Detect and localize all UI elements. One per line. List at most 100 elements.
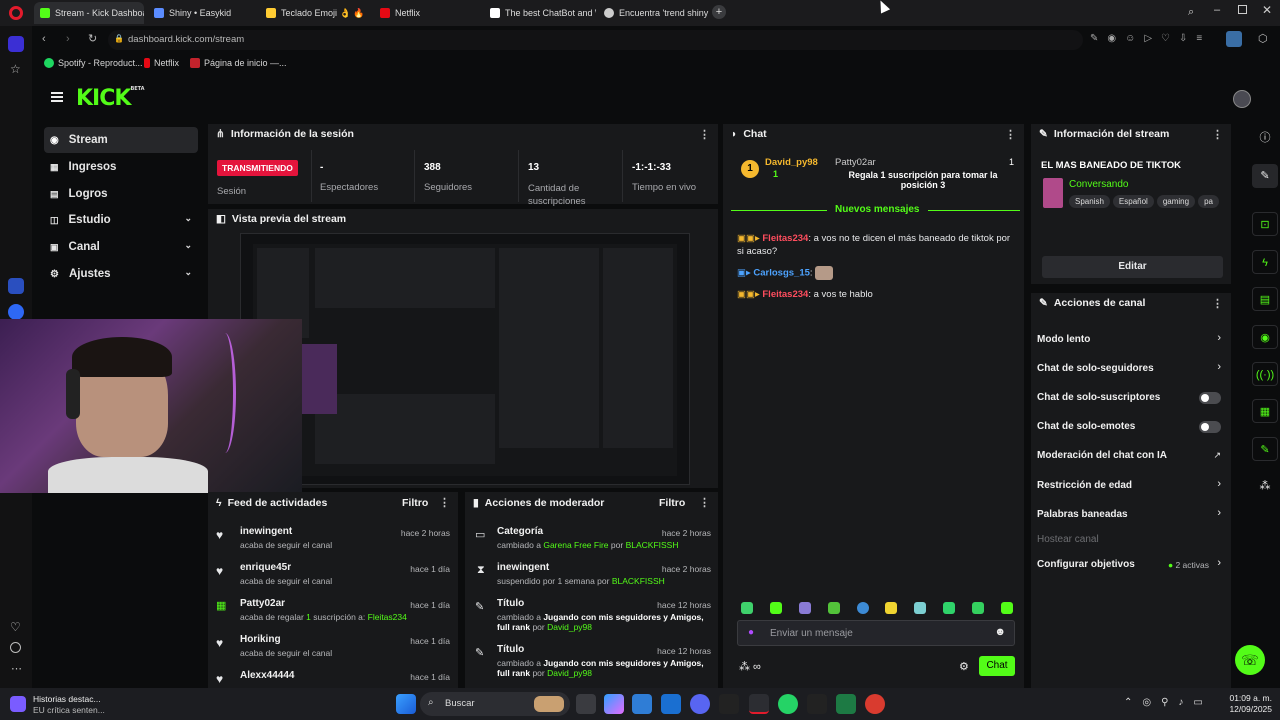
user-avatar[interactable] <box>1233 90 1251 108</box>
tag[interactable]: Español <box>1112 195 1154 208</box>
emote-icon[interactable] <box>914 602 927 614</box>
nav-logros[interactable]: ▤ Logros <box>44 181 198 207</box>
chat-input[interactable]: ● Enviar un mensaje ☻ <box>737 620 1015 646</box>
subs-only-toggle[interactable] <box>1199 392 1221 404</box>
new-tab-button[interactable]: + <box>712 5 726 19</box>
home-icon[interactable] <box>8 36 24 52</box>
more-options-icon[interactable]: ⋮ <box>1212 297 1223 310</box>
store-icon[interactable] <box>632 694 652 714</box>
nav-ingresos[interactable]: ▦ Ingresos <box>44 154 198 180</box>
category-thumbnail[interactable] <box>1043 178 1063 208</box>
maximize-button[interactable] <box>1238 5 1247 14</box>
more-options-icon[interactable]: ⋮ <box>699 128 710 141</box>
profile-avatar[interactable] <box>1226 31 1242 47</box>
emote-icon[interactable] <box>943 602 956 614</box>
nav-canal[interactable]: ▣ Canal ⌄ <box>44 234 198 260</box>
start-button[interactable] <box>396 694 416 714</box>
news-widget[interactable]: Historias destac... EU crítica senten... <box>10 692 130 716</box>
extensions-icons[interactable]: ✎◉☺▷♡⇩≡ <box>1090 33 1211 44</box>
url-field[interactable]: 🔒 dashboard.kick.com/stream <box>108 30 1083 50</box>
action-restriccion-edad[interactable]: Restricción de edad › <box>1031 477 1231 497</box>
tag[interactable]: pa <box>1198 195 1219 208</box>
app-icon[interactable] <box>8 278 24 294</box>
chrome-icon[interactable] <box>865 694 885 714</box>
pinned-user[interactable]: David_py98 <box>765 157 818 168</box>
outlook-icon[interactable] <box>661 694 681 714</box>
settings-icon[interactable]: ⬡ <box>1258 32 1268 45</box>
action-configurar-objetivos[interactable]: Configurar objetivos ● 2 activas › <box>1031 556 1231 576</box>
help-chat-button[interactable]: ☏ <box>1235 645 1265 675</box>
tray-icons[interactable]: ⌃◎⚲♪▭ <box>1124 697 1213 708</box>
tab-encuentra[interactable]: Encuentra 'trend shiny co <box>598 2 710 24</box>
broadcast-icon[interactable]: ((·)) <box>1252 362 1278 386</box>
more-options-icon[interactable]: ⋮ <box>439 496 450 509</box>
more-options-icon[interactable]: ⋮ <box>699 496 710 509</box>
history-icon[interactable] <box>10 642 21 653</box>
action-solo-suscriptores[interactable]: Chat de solo-suscriptores <box>1031 389 1231 409</box>
bookmark-home[interactable]: Página de inicio —... <box>190 58 287 68</box>
emotes-only-toggle[interactable] <box>1199 421 1221 433</box>
tab-kick-dashboard[interactable]: Stream - Kick Dashboard <box>34 2 144 24</box>
opera-logo-icon[interactable] <box>9 6 23 20</box>
action-palabras-baneadas[interactable]: Palabras baneadas › <box>1031 506 1231 526</box>
emote-icon[interactable] <box>1000 602 1013 614</box>
send-chat-button[interactable]: Chat <box>979 656 1015 676</box>
chat-icon[interactable]: ◉ <box>1252 325 1278 349</box>
search-tabs-icon[interactable]: ⌕ <box>1188 6 1194 19</box>
capcut-icon[interactable] <box>719 694 739 714</box>
edit-stream-button[interactable]: Editar <box>1042 256 1223 278</box>
whatsapp-icon[interactable] <box>778 694 798 714</box>
tag[interactable]: Spanish <box>1069 195 1110 208</box>
kick-logo[interactable]: KICKBETA <box>76 86 145 111</box>
bookmark-spotify[interactable]: Spotify - Reproduct... <box>44 58 143 68</box>
clock[interactable]: 01:09 a. m. 12/09/2025 <box>1228 693 1272 715</box>
mod-filter-button[interactable]: Filtro <box>659 497 685 509</box>
opera-icon[interactable] <box>749 694 769 714</box>
action-modo-lento[interactable]: Modo lento › <box>1031 331 1231 351</box>
feed-filter-button[interactable]: Filtro <box>402 497 428 509</box>
tab-easykid[interactable]: Shiny • Easykid <box>148 2 256 24</box>
more-icon[interactable]: ⋯ <box>11 662 22 675</box>
messenger-icon[interactable] <box>8 304 24 320</box>
heart-icon[interactable]: ♡ <box>10 620 21 634</box>
new-messages-divider[interactable]: Nuevos mensajes <box>731 204 1020 222</box>
action-moderacion-ia[interactable]: Moderación del chat con IA ↗ <box>1031 447 1231 467</box>
taskbar-search[interactable]: ⌕ Buscar <box>420 692 570 716</box>
tab-chatbot[interactable]: The best ChatBot and Wid <box>484 2 596 24</box>
tab-netflix[interactable]: Netflix <box>374 2 482 24</box>
copilot-icon[interactable] <box>604 694 624 714</box>
nav-ajustes[interactable]: ⚙ Ajustes ⌄ <box>44 261 198 287</box>
discord-icon[interactable] <box>690 694 710 714</box>
stream-preview-video[interactable] <box>240 233 690 485</box>
layout-icon[interactable]: ▦ <box>1252 399 1278 423</box>
reload-icon[interactable]: ↻ <box>88 32 97 45</box>
category-name[interactable]: Conversando <box>1069 179 1128 190</box>
back-icon[interactable]: ‹ <box>42 33 46 45</box>
emote-icon[interactable] <box>972 602 984 614</box>
chat-tools-icon[interactable]: ⁂ ∞ <box>739 660 761 673</box>
forward-icon[interactable]: › <box>66 33 70 45</box>
more-options-icon[interactable]: ⋮ <box>1005 128 1016 141</box>
tab-teclado-emoji[interactable]: Teclado Emoji 👌 🔥 <box>260 2 372 24</box>
info-icon[interactable]: ⓘ <box>1252 126 1278 150</box>
document-icon[interactable]: ▤ <box>1252 287 1278 311</box>
action-solo-emotes[interactable]: Chat de solo-emotes <box>1031 418 1231 438</box>
emote-icon[interactable] <box>798 602 811 614</box>
emote-icon[interactable] <box>827 602 840 614</box>
more-options-icon[interactable]: ⋮ <box>1212 128 1223 141</box>
emote-icon[interactable] <box>885 602 898 614</box>
chat-settings-icon[interactable]: ⚙ <box>959 660 969 673</box>
action-solo-seguidores[interactable]: Chat de solo-seguidores › <box>1031 360 1231 380</box>
star-icon[interactable]: ☆ <box>10 62 21 76</box>
emoji-icon[interactable]: ☻ <box>994 626 1006 638</box>
emote-icon[interactable] <box>856 602 869 614</box>
task-view-icon[interactable] <box>576 694 596 714</box>
bolt-icon[interactable]: ϟ <box>1252 250 1278 274</box>
edit-icon[interactable]: ✎ <box>1252 164 1278 188</box>
wrench-icon[interactable]: ✎ <box>1252 437 1278 461</box>
nav-stream[interactable]: ◉ Stream <box>44 127 198 153</box>
microphone-icon[interactable]: ● <box>748 627 754 638</box>
close-window-button[interactable]: ✕ <box>1262 3 1272 17</box>
excel-icon[interactable] <box>836 694 856 714</box>
gifter-name[interactable]: Patty02ar <box>835 157 876 168</box>
